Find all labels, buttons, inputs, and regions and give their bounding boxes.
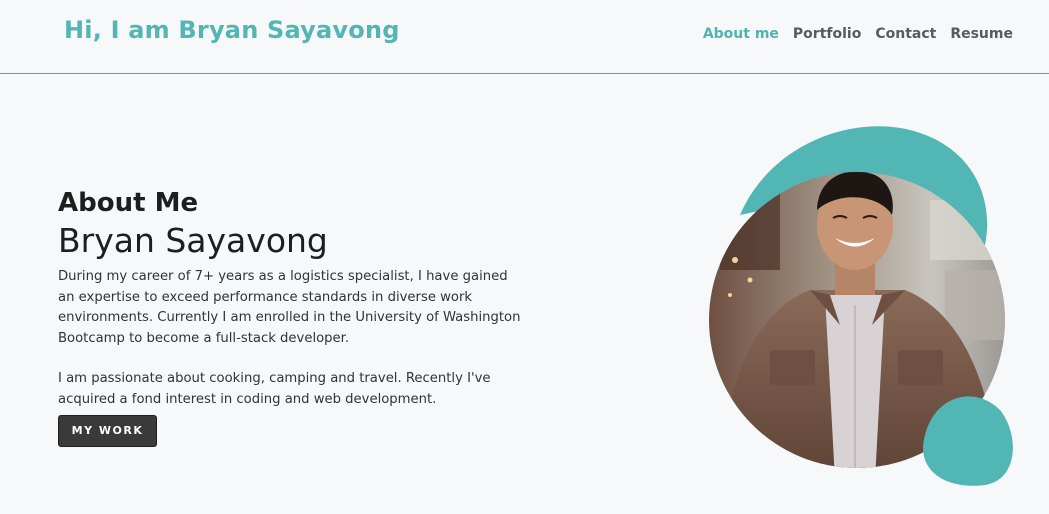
page: Hi, I am Bryan Sayavong About me Portfol… — [0, 0, 1049, 514]
about-paragraph-interests: I am passionate about cooking, camping a… — [58, 371, 491, 407]
profile-photo-area — [700, 120, 1030, 500]
about-section: About Me Bryan Sayavong During my career… — [58, 186, 528, 447]
nav-contact[interactable]: Contact — [875, 26, 936, 42]
main-nav: About me Portfolio Contact Resume — [703, 26, 1013, 42]
about-paragraph-career: During my career of 7+ years as a logist… — [58, 269, 521, 346]
about-heading: About Me — [58, 188, 199, 218]
nav-resume[interactable]: Resume — [950, 26, 1013, 42]
site-title: Hi, I am Bryan Sayavong — [64, 16, 400, 44]
nav-portfolio[interactable]: Portfolio — [793, 26, 861, 42]
my-work-button[interactable]: MY WORK — [58, 415, 157, 447]
nav-about-me[interactable]: About me — [703, 26, 779, 42]
site-header: Hi, I am Bryan Sayavong About me Portfol… — [0, 0, 1049, 74]
person-name: Bryan Sayavong — [58, 221, 328, 260]
profile-photo-graphic — [709, 126, 1013, 486]
